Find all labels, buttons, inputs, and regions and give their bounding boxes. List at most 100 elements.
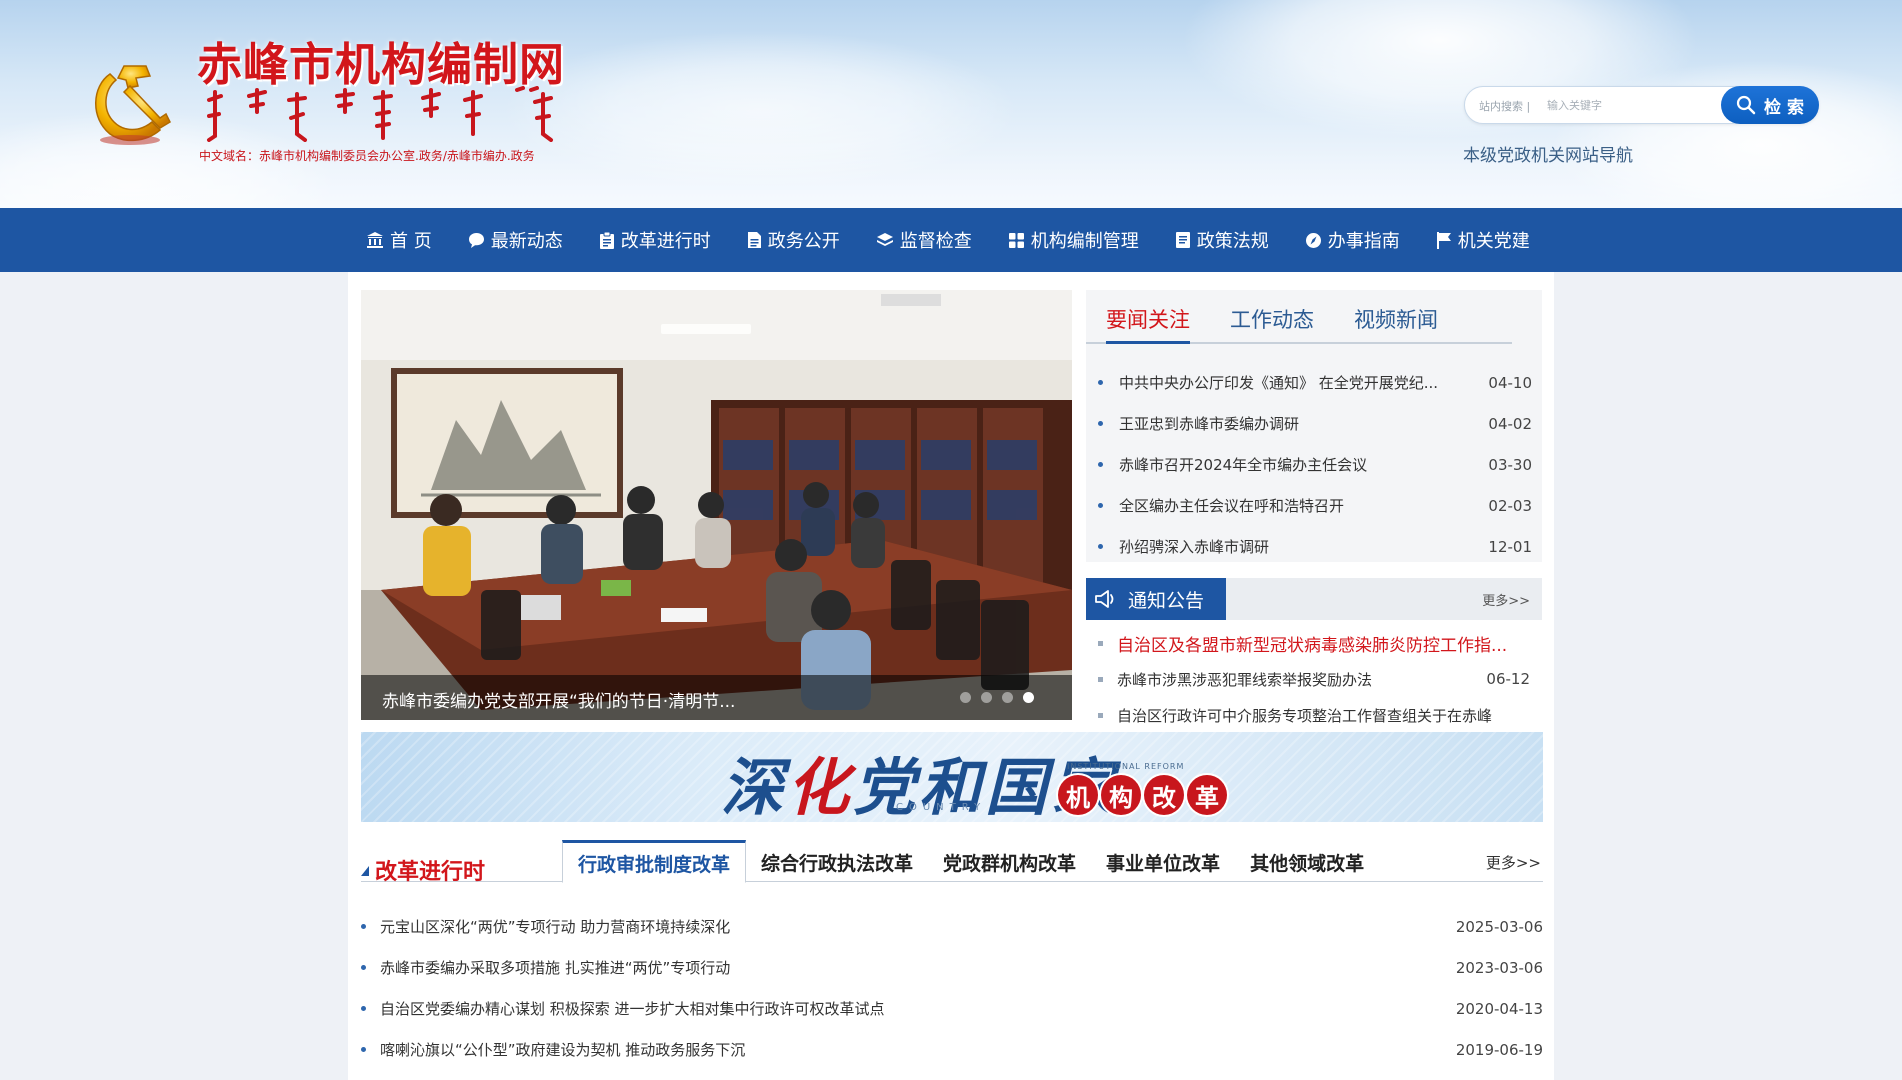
site-navigation-link[interactable]: 本级党政机关网站导航	[1463, 141, 1633, 166]
clipboard-icon	[599, 231, 614, 249]
reform-item-date: 2020-04-13	[1455, 999, 1543, 1018]
news-list-item[interactable]: 全区编办主任会议在呼和浩特召开 02-03	[1098, 485, 1532, 526]
news-date: 03-30	[1488, 455, 1532, 474]
carousel-dot[interactable]	[1002, 692, 1013, 703]
notice-list-item[interactable]: 赤峰市涉黑涉恶犯罪线索举报奖励办法 06-12	[1098, 661, 1542, 697]
news-title: 赤峰市召开2024年全市编办主任会议	[1119, 456, 1368, 474]
party-emblem-logo	[95, 65, 171, 145]
chat-bubble-icon	[468, 232, 484, 248]
notice-tab[interactable]: 通知公告	[1086, 578, 1226, 620]
news-list-item[interactable]: 中共中央办公厅印发《通知》 在全党开展党纪... 04-10	[1098, 362, 1532, 403]
reform-tabs: 行政审批制度改革 综合行政执法改革 党政群机构改革 事业单位改革 其他领域改革	[562, 840, 1379, 883]
nav-item-label: 机关党建	[1457, 231, 1530, 252]
reform-section-header: 改革进行时 行政审批制度改革 综合行政执法改革 党政群机构改革 事业单位改革 其…	[361, 838, 1543, 885]
notice-list-item[interactable]: 自治区及各盟市新型冠状病毒感染肺炎防控工作指...	[1098, 625, 1542, 661]
nav-item-home[interactable]: 首 页	[366, 227, 432, 253]
tab-admin-approval-reform[interactable]: 行政审批制度改革	[562, 840, 747, 883]
tab-public-institution-reform[interactable]: 事业单位改革	[1091, 840, 1235, 882]
bullet-icon	[361, 924, 366, 929]
tab-law-enforcement-reform[interactable]: 综合行政执法改革	[746, 840, 928, 882]
notice-title: 通知公告	[1128, 589, 1205, 612]
flag-icon	[1436, 232, 1451, 249]
news-list-item[interactable]: 王亚忠到赤峰市委编办调研 04-02	[1098, 403, 1532, 444]
banner-circle-group: 机 构 改 革	[1058, 775, 1227, 815]
reform-item-title: 喀喇沁旗以“公仆型”政府建设为契机 推动政务服务下沉	[380, 1041, 746, 1059]
square-bullet-icon	[1098, 676, 1103, 682]
nav-item-latest-news[interactable]: 最新动态	[468, 227, 563, 253]
compass-icon	[1305, 232, 1321, 248]
mongolian-script-title	[207, 86, 553, 142]
banner-headline-part: 深	[721, 751, 788, 822]
carousel-caption-bar: 赤峰市委编办党支部开展“我们的节日·清明节...	[361, 675, 1072, 720]
reform-item-date: 2019-06-19	[1455, 1040, 1543, 1059]
tab-party-organ-reform[interactable]: 党政群机构改革	[928, 840, 1091, 882]
news-title: 中共中央办公厅印发《通知》 在全党开展党纪...	[1119, 374, 1439, 392]
square-bullet-icon	[1098, 640, 1103, 646]
site-header: 赤峰市机构编制网 中文域名：赤峰市机构编制委员会办公室.政务/赤峰市编办.政务 …	[0, 0, 1902, 208]
search-button[interactable]: 检 索	[1721, 86, 1819, 124]
banner-circle-char: 改	[1144, 775, 1184, 815]
search-input[interactable]	[1547, 93, 1717, 117]
reform-list-item[interactable]: 自治区党委编办精心谋划 积极探索 进一步扩大相对集中行政许可权改革试点 2020-…	[361, 988, 1543, 1029]
institutional-reform-banner[interactable]: 深化党和国家 INSTITUTIONAL REFORM COUNTRY 机 构 …	[361, 732, 1543, 822]
banner-subtitle-country: COUNTRY	[896, 802, 987, 813]
search-icon	[1736, 95, 1756, 115]
nav-item-label: 最新动态	[490, 231, 563, 252]
photo-carousel[interactable]: 赤峰市委编办党支部开展“我们的节日·清明节...	[361, 290, 1072, 720]
square-bullet-icon	[1098, 712, 1103, 718]
news-panel: 要闻关注 工作动态 视频新闻 中共中央办公厅印发《通知》 在全党开展党纪... 0…	[1086, 290, 1542, 562]
notice-item-title: 自治区行政许可中介服务专项整治工作督查组关于在赤峰	[1117, 706, 1493, 725]
nav-item-label: 办事指南	[1327, 231, 1400, 252]
nav-item-reform[interactable]: 改革进行时	[599, 227, 711, 253]
corner-marker-icon	[361, 866, 369, 876]
notice-item-date: 06-12	[1486, 670, 1530, 688]
news-tabs: 要闻关注 工作动态 视频新闻	[1086, 290, 1512, 344]
nav-item-policies[interactable]: 政策法规	[1175, 227, 1269, 253]
carousel-dot[interactable]	[981, 692, 992, 703]
search-scope-label: 站内搜索 |	[1479, 100, 1531, 113]
nav-item-government-affairs[interactable]: 政务公开	[747, 227, 840, 253]
news-date: 02-03	[1488, 496, 1532, 515]
banner-circle-char: 机	[1058, 775, 1098, 815]
reform-item-date: 2025-03-06	[1455, 917, 1543, 936]
nav-item-label: 政策法规	[1196, 231, 1269, 252]
reform-item-date: 2023-03-06	[1455, 958, 1543, 977]
bullet-icon	[361, 965, 366, 970]
reform-list: 元宝山区深化“两优”专项行动 助力营商环境持续深化 2025-03-06 赤峰市委…	[361, 906, 1543, 1070]
banner-headline-part: 化	[787, 751, 854, 822]
notice-list-item[interactable]: 自治区行政许可中介服务专项整治工作督查组关于在赤峰	[1098, 697, 1542, 733]
nav-list: 首 页 最新动态 改革进行时 政务公开 监督检查 机构编制管理 政策法规 办事指…	[366, 208, 1566, 272]
reform-item-title: 赤峰市委编办采取多项措施 扎实推进“两优”专项行动	[380, 959, 731, 977]
document-icon	[747, 232, 761, 248]
tab-key-news[interactable]: 要闻关注	[1106, 290, 1190, 344]
news-list-item[interactable]: 赤峰市召开2024年全市编办主任会议 03-30	[1098, 444, 1532, 485]
tab-video-news[interactable]: 视频新闻	[1354, 290, 1438, 342]
reform-item-title: 自治区党委编办精心谋划 积极探索 进一步扩大相对集中行政许可权改革试点	[380, 1000, 885, 1018]
news-list-item[interactable]: 孙绍骋深入赤峰市调研 12-01	[1098, 526, 1532, 567]
reform-more-link[interactable]: 更多>>	[1486, 852, 1541, 873]
reform-list-item[interactable]: 喀喇沁旗以“公仆型”政府建设为契机 推动政务服务下沉 2019-06-19	[361, 1029, 1543, 1070]
nav-item-service-guide[interactable]: 办事指南	[1305, 227, 1400, 253]
nav-item-party-building[interactable]: 机关党建	[1436, 227, 1530, 253]
banner-circle-char: 革	[1187, 775, 1227, 815]
nav-item-supervision[interactable]: 监督检查	[876, 227, 972, 253]
grid-icon	[1008, 232, 1024, 248]
cloud-decoration	[500, 30, 1020, 190]
notice-more-link[interactable]: 更多>>	[1482, 590, 1530, 609]
news-date: 04-02	[1488, 414, 1532, 433]
news-list: 中共中央办公厅印发《通知》 在全党开展党纪... 04-10 王亚忠到赤峰市委编办…	[1098, 362, 1532, 567]
carousel-caption[interactable]: 赤峰市委编办党支部开展“我们的节日·清明节...	[382, 687, 735, 712]
notice-header: 通知公告 更多>>	[1086, 578, 1542, 620]
reform-list-item[interactable]: 元宝山区深化“两优”专项行动 助力营商环境持续深化 2025-03-06	[361, 906, 1543, 947]
tab-other-reform[interactable]: 其他领域改革	[1235, 840, 1379, 882]
news-title: 孙绍骋深入赤峰市调研	[1119, 538, 1270, 556]
reform-list-item[interactable]: 赤峰市委编办采取多项措施 扎实推进“两优”专项行动 2023-03-06	[361, 947, 1543, 988]
notice-list: 自治区及各盟市新型冠状病毒感染肺炎防控工作指... 赤峰市涉黑涉恶犯罪线索举报奖…	[1098, 625, 1542, 733]
bank-icon	[367, 232, 383, 248]
banner-circle-char: 构	[1101, 775, 1141, 815]
bullet-icon	[1098, 421, 1103, 426]
carousel-dot[interactable]	[960, 692, 971, 703]
tab-work-updates[interactable]: 工作动态	[1230, 290, 1314, 342]
carousel-dot-active[interactable]	[1023, 692, 1034, 703]
nav-item-organization-management[interactable]: 机构编制管理	[1008, 227, 1139, 253]
